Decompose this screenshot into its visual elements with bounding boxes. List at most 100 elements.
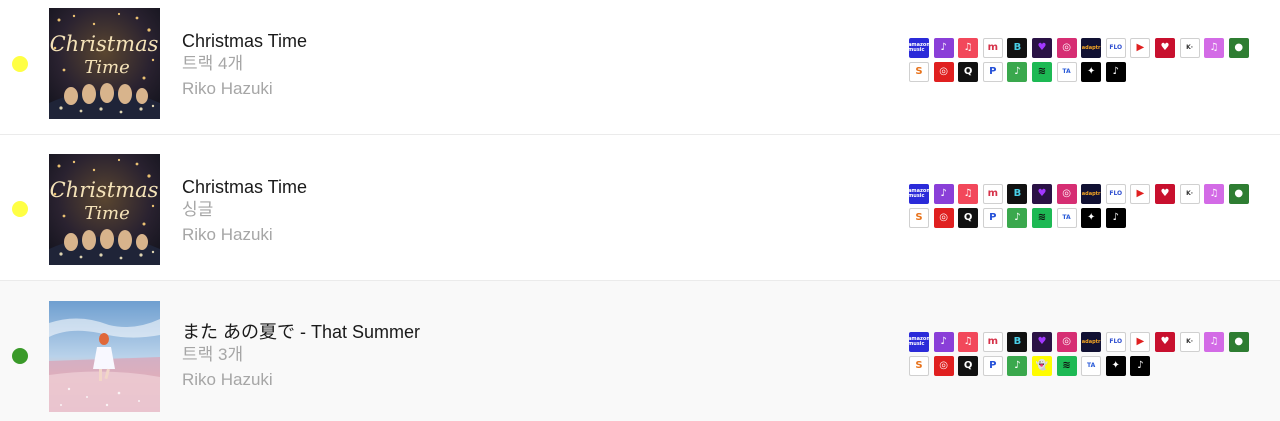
flo-icon[interactable]: FLO bbox=[1105, 332, 1126, 352]
store-icon-row: amazon music ♪ ♫ m B ♥ ◎ adaptr FLO ▶ ♥ K· ♫ ● bbox=[909, 184, 1259, 204]
itunes-icon[interactable]: ♫ bbox=[1204, 332, 1225, 352]
deezer-icon[interactable]: ♥ bbox=[1031, 184, 1052, 204]
album-cover[interactable]: Christmas Time bbox=[49, 154, 160, 265]
release-subtitle: 트랙 3개 bbox=[182, 345, 244, 364]
itunes-icon[interactable]: ♫ bbox=[1204, 38, 1225, 58]
adaptr-icon[interactable]: adaptr bbox=[1081, 332, 1102, 352]
album-cover[interactable]: Christmas Time bbox=[49, 8, 160, 119]
apple-music-icon[interactable]: ♫ bbox=[958, 184, 979, 204]
instagram-icon[interactable]: ◎ bbox=[1056, 332, 1077, 352]
deezer-icon[interactable]: ♥ bbox=[1031, 38, 1052, 58]
spotify-glyph: ≋ bbox=[1062, 360, 1071, 371]
album-cover[interactable] bbox=[49, 301, 160, 412]
release-title[interactable]: また あの夏で - That Summer bbox=[182, 321, 420, 343]
anghami-icon[interactable]: S bbox=[909, 208, 929, 228]
amazon-music-icon[interactable]: amazon music bbox=[909, 332, 929, 352]
audiomack-icon[interactable]: ♪ bbox=[933, 332, 954, 352]
kkbox-icon[interactable]: K· bbox=[1179, 38, 1200, 58]
spotify-icon[interactable]: ≋ bbox=[1031, 208, 1052, 228]
store-icon-row: S ◎ Q P ♪ 👻 ≋ TA ✦ ♪ bbox=[909, 356, 1259, 376]
boomplay-icon[interactable]: B bbox=[1007, 38, 1028, 58]
flo-glyph: FLO bbox=[1109, 338, 1123, 345]
netease-icon[interactable]: ◎ bbox=[933, 356, 954, 376]
pandora-glyph: P bbox=[989, 66, 997, 77]
qobuz-icon[interactable]: Q bbox=[958, 208, 979, 228]
youtube-music-icon[interactable]: ▶ bbox=[1130, 184, 1151, 204]
anghami-icon[interactable]: S bbox=[909, 356, 929, 376]
flo-icon[interactable]: FLO bbox=[1105, 38, 1126, 58]
jiosaavn-icon[interactable]: ♪ bbox=[1007, 62, 1028, 82]
snapchat-icon[interactable]: 👻 bbox=[1031, 356, 1052, 376]
melon-glyph: m bbox=[987, 42, 998, 53]
release-title[interactable]: Christmas Time bbox=[182, 30, 307, 52]
pandora-icon[interactable]: P bbox=[982, 62, 1003, 82]
netease-icon[interactable]: ◎ bbox=[933, 208, 954, 228]
pandora-icon[interactable]: P bbox=[982, 208, 1003, 228]
release-title[interactable]: Christmas Time bbox=[182, 176, 307, 198]
iheartradio-icon[interactable]: ♥ bbox=[1154, 38, 1175, 58]
tiktok-icon[interactable]: ♪ bbox=[1105, 62, 1126, 82]
audiomack-glyph: ♪ bbox=[940, 42, 947, 53]
audiomack-icon[interactable]: ♪ bbox=[933, 38, 954, 58]
amazon-music-icon[interactable]: amazon music bbox=[909, 38, 929, 58]
tidal-alt-icon[interactable]: TA bbox=[1056, 62, 1077, 82]
jiosaavn-icon[interactable]: ♪ bbox=[1007, 356, 1028, 376]
youtube-music-icon[interactable]: ▶ bbox=[1130, 332, 1151, 352]
itunes-icon[interactable]: ♫ bbox=[1204, 184, 1225, 204]
boomplay-glyph: B bbox=[1013, 336, 1022, 347]
youtube-music-glyph: ▶ bbox=[1136, 42, 1145, 53]
spotify-icon[interactable]: ≋ bbox=[1031, 62, 1052, 82]
napster-icon[interactable]: ● bbox=[1228, 38, 1249, 58]
iheartradio-glyph: ♥ bbox=[1160, 42, 1170, 53]
store-icon-row: S ◎ Q P ♪ ≋ TA ✦ ♪ bbox=[909, 208, 1259, 228]
qobuz-icon[interactable]: Q bbox=[958, 62, 979, 82]
release-info: また あの夏で - That Summer 트랙 3개 Riko Hazuki bbox=[182, 321, 420, 393]
youtube-music-glyph: ▶ bbox=[1136, 336, 1145, 347]
youtube-music-icon[interactable]: ▶ bbox=[1130, 38, 1151, 58]
itunes-glyph: ♫ bbox=[1209, 42, 1219, 53]
kkbox-icon[interactable]: K· bbox=[1179, 184, 1200, 204]
boomplay-icon[interactable]: B bbox=[1007, 332, 1028, 352]
instagram-icon[interactable]: ◎ bbox=[1056, 184, 1077, 204]
adaptr-icon[interactable]: adaptr bbox=[1081, 38, 1102, 58]
napster-icon[interactable]: ● bbox=[1228, 184, 1249, 204]
deezer-glyph: ♥ bbox=[1037, 188, 1047, 199]
release-row[interactable]: Christmas Time Christmas Time 트랙 4개 Riko… bbox=[0, 0, 1280, 135]
netease-icon[interactable]: ◎ bbox=[933, 62, 954, 82]
kkbox-icon[interactable]: K· bbox=[1179, 332, 1200, 352]
store-icon-row: amazon music ♪ ♫ m B ♥ ◎ adaptr FLO ▶ ♥ K· ♫ ● bbox=[909, 38, 1259, 58]
melon-icon[interactable]: m bbox=[982, 184, 1003, 204]
release-row[interactable]: また あの夏で - That Summer 트랙 3개 Riko Hazuki … bbox=[0, 281, 1280, 421]
tiktok-glyph: ♪ bbox=[1137, 360, 1144, 371]
flo-icon[interactable]: FLO bbox=[1105, 184, 1126, 204]
instagram-glyph: ◎ bbox=[1062, 336, 1071, 347]
tidal-icon[interactable]: ✦ bbox=[1081, 62, 1102, 82]
melon-icon[interactable]: m bbox=[982, 332, 1003, 352]
iheartradio-icon[interactable]: ♥ bbox=[1154, 184, 1175, 204]
jiosaavn-icon[interactable]: ♪ bbox=[1007, 208, 1028, 228]
iheartradio-icon[interactable]: ♥ bbox=[1154, 332, 1175, 352]
tidal-alt-icon[interactable]: TA bbox=[1056, 208, 1077, 228]
amazon-music-icon[interactable]: amazon music bbox=[909, 184, 929, 204]
audiomack-icon[interactable]: ♪ bbox=[933, 184, 954, 204]
instagram-icon[interactable]: ◎ bbox=[1056, 38, 1077, 58]
napster-icon[interactable]: ● bbox=[1228, 332, 1249, 352]
anghami-icon[interactable]: S bbox=[909, 62, 929, 82]
tidal-icon[interactable]: ✦ bbox=[1105, 356, 1126, 376]
melon-icon[interactable]: m bbox=[982, 38, 1003, 58]
pandora-icon[interactable]: P bbox=[982, 356, 1003, 376]
qobuz-icon[interactable]: Q bbox=[958, 356, 979, 376]
tidal-alt-icon[interactable]: TA bbox=[1081, 356, 1102, 376]
adaptr-icon[interactable]: adaptr bbox=[1081, 184, 1102, 204]
apple-music-icon[interactable]: ♫ bbox=[958, 332, 979, 352]
tiktok-icon[interactable]: ♪ bbox=[1130, 356, 1151, 376]
boomplay-icon[interactable]: B bbox=[1007, 184, 1028, 204]
deezer-icon[interactable]: ♥ bbox=[1031, 332, 1052, 352]
tidal-icon[interactable]: ✦ bbox=[1081, 208, 1102, 228]
tiktok-icon[interactable]: ♪ bbox=[1105, 208, 1126, 228]
release-row[interactable]: Christmas Time Christmas Time 싱글 Riko Ha… bbox=[0, 135, 1280, 281]
spotify-glyph: ≋ bbox=[1037, 212, 1047, 223]
apple-music-icon[interactable]: ♫ bbox=[958, 38, 979, 58]
amazon-music-glyph: amazon music bbox=[909, 188, 929, 199]
spotify-icon[interactable]: ≋ bbox=[1056, 356, 1077, 376]
